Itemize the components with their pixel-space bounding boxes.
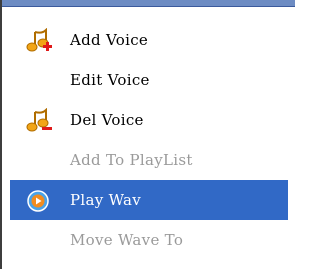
menu-item-label: Add Voice — [70, 31, 149, 49]
music-note-add-icon — [26, 27, 54, 54]
menu-item-move-wave-to[interactable]: Move Wave To — [10, 220, 288, 260]
window-left-border — [0, 0, 2, 269]
menu-item-label: Edit Voice — [70, 71, 150, 89]
window-title-strip — [0, 0, 295, 7]
menu-item-play-wav[interactable]: Play Wav — [10, 180, 288, 220]
menu-item-add-voice[interactable]: Add Voice — [10, 20, 288, 60]
menu-item-edit-voice[interactable]: Edit Voice — [10, 60, 288, 100]
menu-item-label: Play Wav — [70, 191, 142, 209]
media-play-icon — [26, 188, 54, 214]
menu-item-del-voice[interactable]: Del Voice — [10, 100, 288, 140]
menu-item-label: Add To PlayList — [70, 151, 193, 169]
music-note-delete-icon — [26, 107, 54, 134]
context-menu-screen: Add Voice Edit Voice Del Voice Add To Pl… — [0, 0, 295, 269]
menu-item-label: Move Wave To — [70, 231, 184, 249]
context-menu: Add Voice Edit Voice Del Voice Add To Pl… — [10, 20, 288, 260]
menu-item-label: Del Voice — [70, 111, 144, 129]
menu-item-add-to-playlist[interactable]: Add To PlayList — [10, 140, 288, 180]
